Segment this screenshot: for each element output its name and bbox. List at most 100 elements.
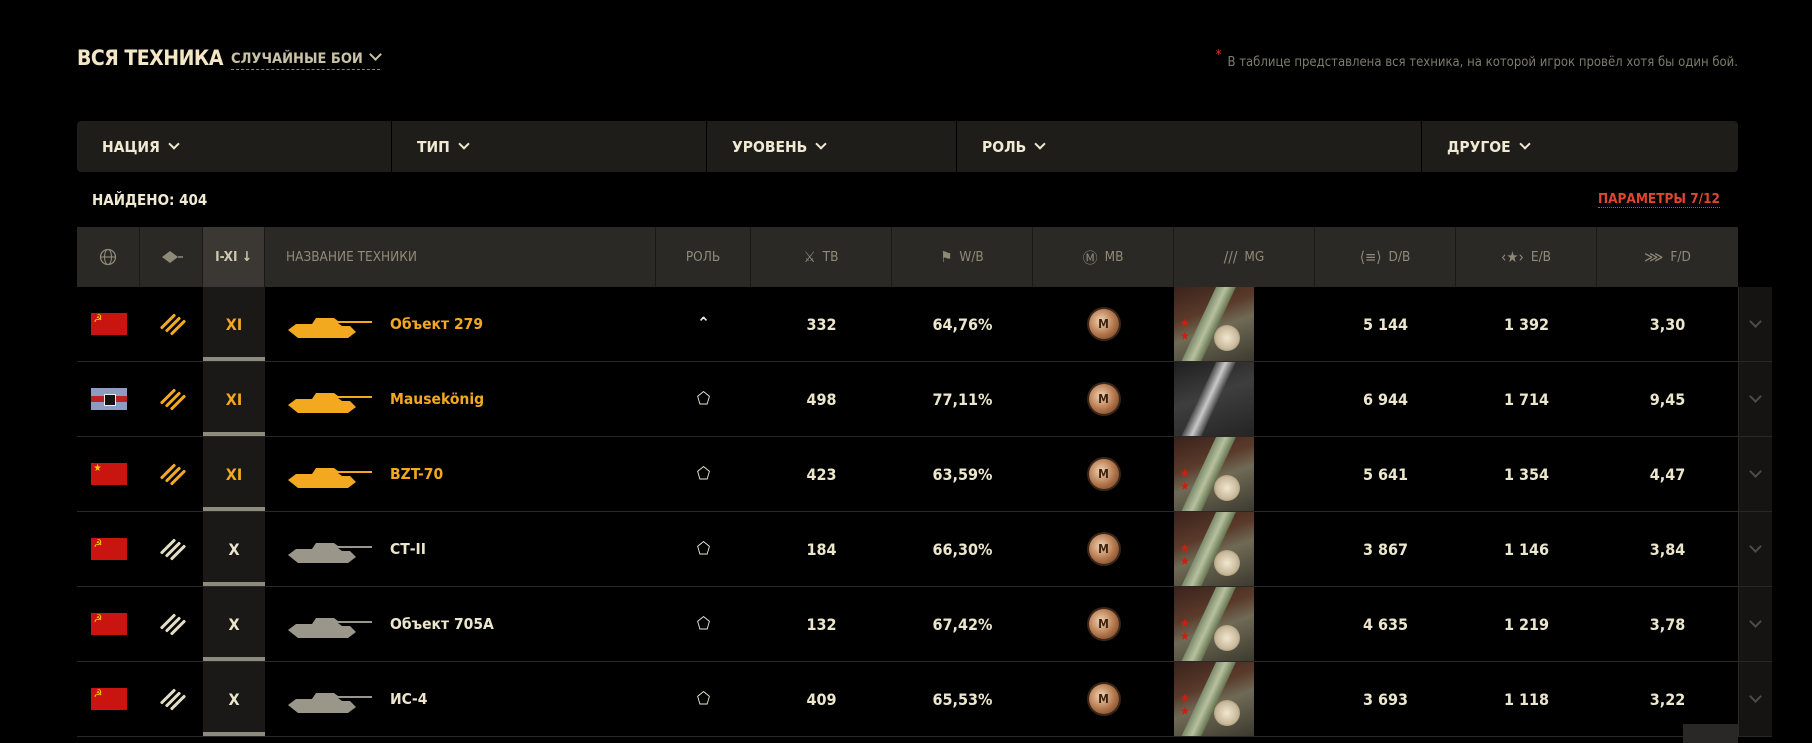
mastery-value: M (1098, 617, 1109, 631)
damage-cell: 4 635 (1315, 587, 1456, 661)
expand-row-button[interactable] (1738, 662, 1772, 736)
col-winrate[interactable]: ⚑ W/B (892, 227, 1033, 287)
damage-cell: 5 144 (1315, 287, 1456, 361)
col-mastery-label: MB (1104, 249, 1124, 265)
mastery-cell: M (1033, 362, 1174, 436)
page-title: ВСЯ ТЕХНИКА (77, 46, 223, 70)
damage-value: 5 641 (1362, 464, 1409, 484)
expand-row-button[interactable] (1738, 437, 1772, 511)
expand-row-button[interactable] (1738, 362, 1772, 436)
winrate-cell: 64,76% (892, 287, 1033, 361)
mastery-badge-icon: M (1088, 384, 1119, 414)
battles-value: 184 (806, 539, 837, 559)
nation-flag-icon (90, 463, 127, 485)
col-exp[interactable]: ‹★› E/B (1456, 227, 1597, 287)
filter-level[interactable]: УРОВЕНЬ (707, 121, 957, 172)
vehicle-level: X (228, 614, 240, 634)
table-row[interactable]: X ИС-4 ⬠ 409 65,53% M ★★ 3 693 1 118 3,2… (77, 662, 1772, 737)
mastery-wreath-icon: Ⓜ (1082, 248, 1098, 267)
damage-cell: 3 867 (1315, 512, 1456, 586)
battle-mode-label: СЛУЧАЙНЫЕ БОИ (231, 51, 363, 67)
role-icon: ⌃ (697, 314, 710, 334)
col-battles[interactable]: ⚔ ТВ (751, 227, 892, 287)
level-cell: X (203, 512, 265, 586)
role-cell: ⌃ (656, 287, 751, 361)
col-level[interactable]: I-XI ↓ (203, 227, 265, 287)
scroll-to-top-button[interactable] (1683, 724, 1738, 743)
expand-row-button[interactable] (1738, 587, 1772, 661)
mastery-badge-icon: M (1088, 684, 1119, 714)
filter-nation[interactable]: НАЦИЯ (77, 121, 392, 172)
battles-cell: 498 (751, 362, 892, 436)
battles-cell: 132 (751, 587, 892, 661)
gun-marks-icon: /// (1223, 248, 1238, 266)
tank-type-icon (159, 688, 186, 711)
exp-value: 1 219 (1503, 614, 1550, 634)
damage-value: 5 144 (1362, 314, 1409, 334)
params-link[interactable]: ПАРАМЕТРЫ 7/12 (1597, 191, 1720, 208)
table-row[interactable]: XI Mausekönig ⬠ 498 77,11% M ★★ 6 944 1 … (77, 362, 1772, 437)
filter-type-label: ТИП (417, 137, 450, 156)
type-cell (140, 587, 203, 661)
filter-role[interactable]: РОЛЬ (957, 121, 1422, 172)
vehicle-level: X (228, 539, 240, 559)
mastery-cell: M (1033, 512, 1174, 586)
mastery-badge-icon: M (1088, 309, 1119, 339)
battles-value: 423 (806, 464, 837, 484)
role-icon: ⬠ (696, 389, 711, 409)
tank-silhouette-icon (288, 618, 372, 638)
battles-value: 498 (806, 389, 837, 409)
vehicle-name: Объект 705А (390, 615, 494, 633)
col-name[interactable]: НАЗВАНИЕ ТЕХНИКИ (265, 227, 656, 287)
col-damage[interactable]: ⟨≡⟩ D/B (1315, 227, 1456, 287)
battles-cell: 332 (751, 287, 892, 361)
col-mastery[interactable]: Ⓜ MB (1033, 227, 1174, 287)
nation-cell (77, 287, 140, 361)
filter-nation-label: НАЦИЯ (102, 137, 160, 156)
tank-type-icon (159, 388, 186, 411)
winrate-cell: 77,11% (892, 362, 1033, 436)
col-role[interactable]: РОЛЬ (656, 227, 751, 287)
role-icon: ⬠ (696, 689, 711, 709)
role-cell: ⬠ (656, 662, 751, 736)
filter-role-label: РОЛЬ (982, 137, 1027, 156)
col-winrate-label: W/B (959, 249, 984, 265)
col-type[interactable] (140, 227, 203, 287)
table-row[interactable]: XI BZT-70 ⬠ 423 63,59% M ★★ 5 641 1 354 … (77, 437, 1772, 512)
winrate-value: 63,59% (932, 464, 993, 484)
expand-row-button[interactable] (1738, 512, 1772, 586)
exp-cell: 1 219 (1456, 587, 1597, 661)
name-cell: ИС-4 (265, 662, 656, 736)
frags-value: 4,47 (1649, 464, 1686, 484)
col-marks[interactable]: /// MG (1174, 227, 1315, 287)
filter-type[interactable]: ТИП (392, 121, 707, 172)
filter-level-label: УРОВЕНЬ (732, 137, 808, 156)
col-nation[interactable] (77, 227, 140, 287)
winrate-value: 64,76% (932, 314, 993, 334)
filter-other[interactable]: ДРУГОЕ (1422, 121, 1738, 172)
table-row[interactable]: X Объект 705А ⬠ 132 67,42% M ★★ 4 635 1 … (77, 587, 1772, 662)
chevron-down-icon (368, 48, 382, 61)
mastery-value: M (1098, 392, 1109, 406)
role-icon: ⬠ (696, 539, 711, 559)
table-row[interactable]: XI Объект 279 ⌃ 332 64,76% M ★★ 5 144 1 … (77, 287, 1772, 362)
name-cell: BZT-70 (265, 437, 656, 511)
expand-row-button[interactable] (1738, 287, 1772, 361)
mastery-cell: M (1033, 587, 1174, 661)
role-cell: ⬠ (656, 362, 751, 436)
col-marks-label: MG (1244, 249, 1265, 265)
globe-icon (99, 248, 117, 266)
vehicle-table-body: XI Объект 279 ⌃ 332 64,76% M ★★ 5 144 1 … (77, 287, 1772, 737)
role-icon: ⬠ (696, 614, 711, 634)
chevron-down-icon (1749, 314, 1762, 328)
nation-flag-icon (90, 538, 127, 560)
gun-marks-image: ★★ (1174, 362, 1254, 436)
exp-cell: 1 392 (1456, 287, 1597, 361)
table-row[interactable]: X СТ-II ⬠ 184 66,30% M ★★ 3 867 1 146 3,… (77, 512, 1772, 587)
level-cell: X (203, 587, 265, 661)
col-frags[interactable]: ⋙ F/D (1597, 227, 1738, 287)
vehicle-level: XI (225, 464, 243, 484)
name-cell: Объект 705А (265, 587, 656, 661)
name-cell: СТ-II (265, 512, 656, 586)
battle-mode-select[interactable]: СЛУЧАЙНЫЕ БОИ (231, 48, 382, 70)
